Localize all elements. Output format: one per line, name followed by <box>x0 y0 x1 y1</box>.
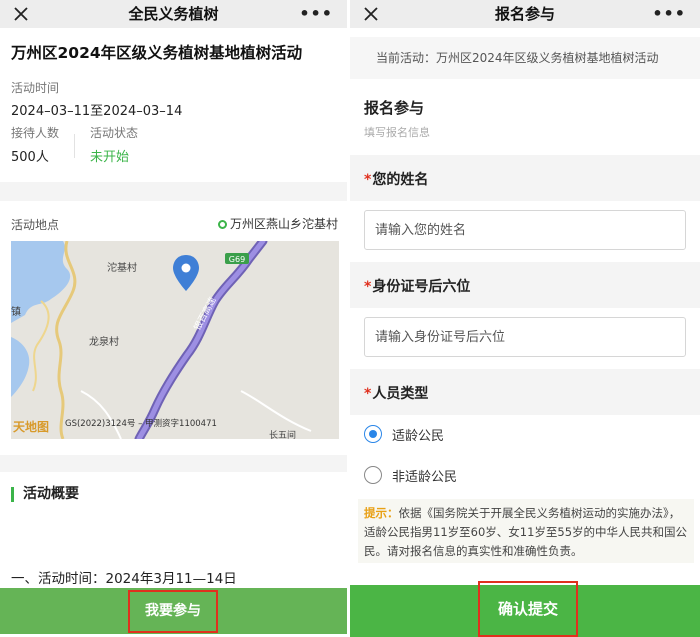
id-label-text: 身份证号后六位 <box>372 279 471 295</box>
map-village-1: 沱基村 <box>107 261 137 274</box>
map-logo: 天地图 <box>13 419 49 434</box>
name-question: *您的姓名 <box>350 155 700 201</box>
location-text: 万州区燕山乡沱基村 <box>229 217 338 231</box>
nav-bar: 全民义务植树 ••• <box>0 0 347 28</box>
id-input[interactable] <box>364 317 686 357</box>
required-mark: * <box>364 279 372 295</box>
signup-form-screen: 报名参与 ••• 当前活动：万州区2024年区级义务植树基地植树活动 报名参与 … <box>350 0 700 637</box>
nav-title: 报名参与 <box>494 5 555 23</box>
type-question: *人员类型 <box>350 369 700 415</box>
id-label: *身份证号后六位 <box>364 276 470 296</box>
name-label: *您的姓名 <box>364 169 428 189</box>
radio-label: 适龄公民 <box>392 429 445 444</box>
banner-text: 当前活动：万州区2024年区级义务植树基地植树活动 <box>376 51 659 65</box>
location-value[interactable]: 万州区燕山乡沱基村 <box>217 215 338 232</box>
capacity-label: 接待人数 <box>11 126 60 140</box>
road-badge: G69 <box>229 255 245 264</box>
time-value: 2024–03–11至2024–03–14 <box>11 104 183 119</box>
more-icon[interactable]: ••• <box>299 4 333 23</box>
notice-tip: 提示： <box>364 506 399 520</box>
nav-title: 全民义务植树 <box>128 5 219 23</box>
radio-unchecked-icon[interactable] <box>364 466 382 484</box>
location-pin-icon <box>217 220 227 229</box>
form-subheading: 填写报名信息 <box>364 126 430 139</box>
map-edge-label: 镇 <box>11 305 21 318</box>
type-label-text: 人员类型 <box>372 386 429 402</box>
map-village-2: 龙泉村 <box>89 335 119 348</box>
name-label-text: 您的姓名 <box>372 172 429 188</box>
location-map[interactable]: G69 沱基村 龙泉村 镇 银百高速 天地图 GS(2022)3124号 – 甲… <box>11 241 339 439</box>
current-activity-banner: 当前活动：万州区2024年区级义务植树基地植树活动 <box>350 37 700 79</box>
nav-bar: 报名参与 ••• <box>350 0 700 28</box>
overview-heading: 活动概要 <box>11 487 79 502</box>
notice-box: 提示：依据《国务院关于开展全民义务植树运动的实施办法》，适龄公民指男11岁至60… <box>358 499 694 563</box>
id-question: *身份证号后六位 <box>350 262 700 308</box>
status-label: 活动状态 <box>90 126 139 140</box>
capacity-value: 500人 <box>11 150 49 165</box>
activity-detail-screen: 全民义务植树 ••• 万州区2024年区级义务植树基地植树活动 活动时间 202… <box>0 0 347 637</box>
status-value: 未开始 <box>90 150 130 165</box>
radio-checked-icon[interactable] <box>364 425 382 443</box>
location-label: 活动地点 <box>11 218 60 232</box>
submit-button[interactable]: 确认提交 <box>478 581 578 637</box>
more-icon[interactable]: ••• <box>652 4 686 23</box>
name-input[interactable] <box>364 210 686 250</box>
overview-line: 一、活动时间：2024年3月11—14日 <box>11 571 237 587</box>
section-gap <box>0 455 347 472</box>
form-heading: 报名参与 <box>364 99 425 117</box>
type-label: *人员类型 <box>364 383 428 403</box>
join-button[interactable]: 我要参与 <box>128 590 218 633</box>
required-mark: * <box>364 172 372 188</box>
section-gap <box>0 182 347 201</box>
radio-label: 非适龄公民 <box>392 470 458 485</box>
map-copyright: GS(2022)3124号 – 甲测资字1100471 <box>65 418 217 429</box>
time-label: 活动时间 <box>11 81 60 95</box>
divider <box>74 134 75 158</box>
activity-title: 万州区2024年区级义务植树基地植树活动 <box>11 44 303 62</box>
map-canvas: G69 沱基村 龙泉村 镇 银百高速 天地图 GS(2022)3124号 – 甲… <box>11 241 339 439</box>
notice-text: 依据《国务院关于开展全民义务植树运动的实施办法》，适龄公民指男11岁至60岁、女… <box>364 506 688 558</box>
map-place-3: 长五间 <box>269 429 296 439</box>
required-mark: * <box>364 386 372 402</box>
